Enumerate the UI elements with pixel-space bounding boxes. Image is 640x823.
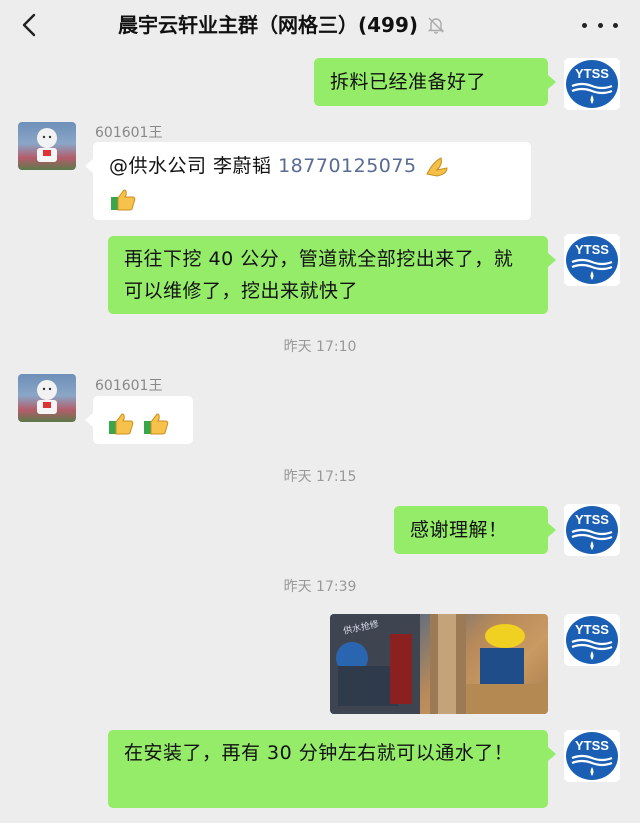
- avatar-self[interactable]: YTSS: [564, 730, 620, 782]
- message-text: 再往下挖 40 公分，管道就全部挖出来了，就可以维修了，挖出来就快了: [124, 248, 514, 302]
- more-dot: [597, 22, 603, 28]
- timestamp: 昨天 17:15: [283, 469, 357, 485]
- message-text: 感谢理解！: [410, 519, 508, 541]
- svg-text:YTSS: YTSS: [575, 512, 609, 527]
- bubble-tail: [548, 747, 556, 761]
- thumbs-up-icon: [109, 412, 134, 434]
- svg-text:YTSS: YTSS: [575, 622, 609, 637]
- more-dot: [582, 22, 587, 28]
- avatar-self[interactable]: YTSS: [564, 58, 620, 110]
- avatar-self[interactable]: YTSS: [564, 234, 620, 286]
- bubble-tail: [85, 159, 93, 173]
- avatar-user-601601[interactable]: [18, 122, 76, 170]
- mention-text: @供水公司 李蔚韬: [109, 155, 279, 177]
- chat-title-wrap: 晨宇云轩业主群（网格三）(499): [118, 10, 446, 40]
- message-bubble-other[interactable]: @供水公司 李蔚韬 18770125075: [85, 142, 531, 220]
- chevron-left-icon: [22, 13, 36, 37]
- bubble-tail: [548, 253, 556, 267]
- bubble-tail: [548, 75, 556, 89]
- sender-name: 601601王: [95, 125, 163, 141]
- chat-header: 晨宇云轩业主群（网格三）(499): [0, 0, 640, 50]
- bubble-tail: [85, 413, 93, 427]
- message-text: 在安装了，再有 30 分钟左右就可以通水了！: [124, 742, 514, 764]
- timestamp: 昨天 17:10: [283, 339, 357, 355]
- svg-text:YTSS: YTSS: [575, 242, 609, 257]
- more-options-button[interactable]: [582, 12, 618, 38]
- back-button[interactable]: [14, 10, 44, 40]
- bubble-tail: [548, 523, 556, 537]
- more-dot: [613, 22, 618, 28]
- sender-name: 601601王: [95, 378, 163, 394]
- message-bubble-self[interactable]: 感谢理解！: [394, 506, 556, 554]
- message-bubble-self[interactable]: 在安装了，再有 30 分钟左右就可以通水了！: [108, 730, 556, 808]
- message-text: 拆料已经准备好了: [330, 71, 487, 93]
- chat-title: 晨宇云轩业主群（网格三）(499): [118, 13, 419, 37]
- svg-text:YTSS: YTSS: [575, 738, 609, 753]
- mute-bell-icon: [426, 15, 446, 35]
- svg-text:YTSS: YTSS: [575, 66, 609, 81]
- thumbs-up-icon: [143, 412, 168, 434]
- timestamp: 昨天 17:39: [283, 579, 357, 595]
- message-photo[interactable]: 供水抢修: [330, 614, 548, 714]
- avatar-self[interactable]: YTSS: [564, 504, 620, 556]
- avatar-self[interactable]: YTSS: [564, 614, 620, 666]
- phone-link[interactable]: 18770125075: [278, 155, 416, 177]
- message-bubble-self[interactable]: 拆料已经准备好了: [314, 58, 556, 106]
- folded-hands-icon: [426, 156, 448, 177]
- message-bubble-self[interactable]: 再往下挖 40 公分，管道就全部挖出来了，就可以维修了，挖出来就快了: [108, 236, 556, 314]
- thumbs-up-icon: [111, 188, 136, 210]
- message-bubble-other[interactable]: [85, 396, 193, 444]
- avatar-user-601601[interactable]: [18, 374, 76, 422]
